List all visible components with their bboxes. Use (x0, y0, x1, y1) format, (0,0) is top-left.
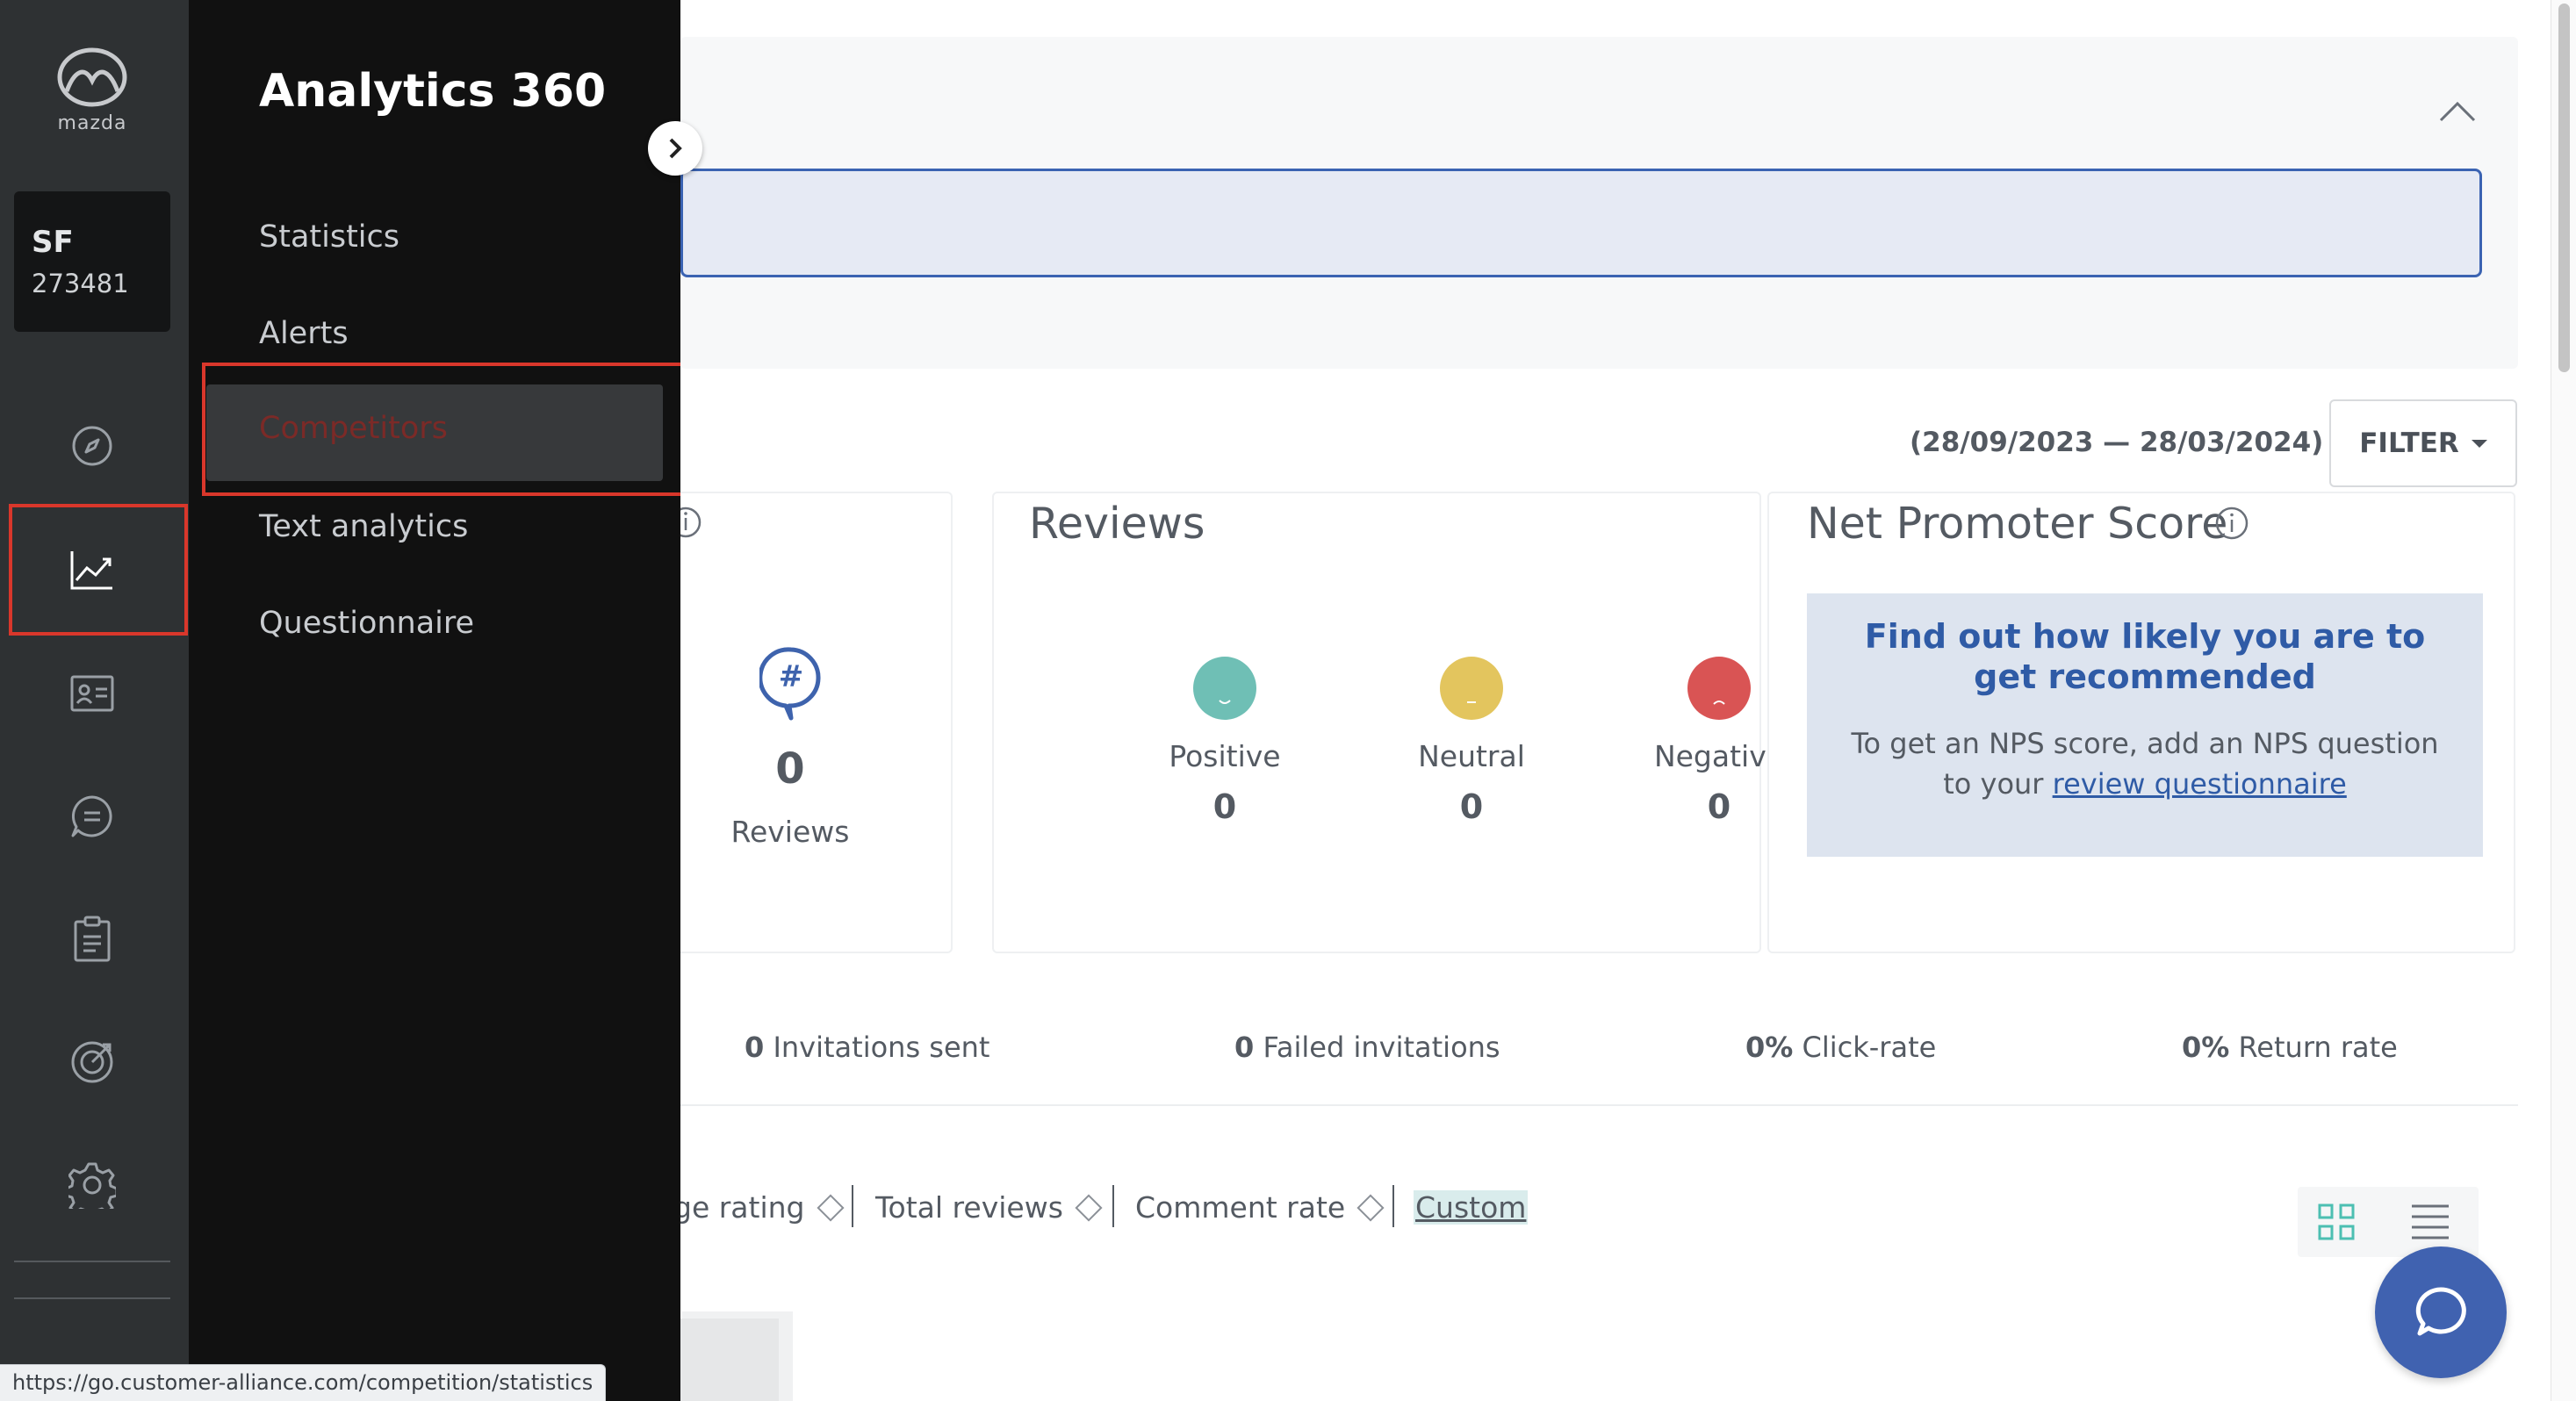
link-status-url: https://go.customer-alliance.com/competi… (0, 1364, 607, 1401)
nps-promo-text: To get an NPS score, add an NPS question… (1842, 723, 2448, 804)
sentiment-neutral: Neutral 0 (1366, 657, 1577, 826)
mazda-logo-icon (57, 47, 127, 107)
sentiment-name: Neutral (1418, 739, 1525, 773)
target-icon[interactable] (66, 1036, 119, 1088)
filter-label: FILTER (2359, 427, 2459, 459)
filter-button[interactable]: FILTER (2329, 399, 2517, 487)
stat-label: Invitations sent (773, 1031, 990, 1064)
stat-click-rate: 0% Click-rate (1745, 1031, 1936, 1064)
menu-item-statistics[interactable]: Statistics (259, 219, 399, 255)
sort-separator (1392, 1185, 1394, 1227)
stat-label: Failed invitations (1263, 1031, 1500, 1064)
search-panel (680, 37, 2518, 369)
rail-divider (14, 1261, 170, 1262)
date-range: (28/09/2023 — 28/03/2024) (1910, 427, 2324, 458)
list-view-icon[interactable] (2410, 1203, 2450, 1245)
total-reviews-count: 0 (775, 744, 805, 794)
nps-promo-box: Find out how likely you are to get recom… (1807, 593, 2483, 857)
chart-line-icon[interactable] (66, 543, 119, 596)
menu-item-text-analytics[interactable]: Text analytics (259, 509, 468, 544)
mazda-logo[interactable]: mazda (46, 46, 139, 142)
menu-item-alerts[interactable]: Alerts (259, 316, 349, 351)
sort-custom[interactable]: Custom (1414, 1190, 1529, 1225)
logo-wordmark: mazda (57, 112, 127, 134)
sort-icon (816, 1193, 845, 1222)
collapse-menu-button[interactable] (648, 121, 702, 176)
stat-value: 0 (1234, 1031, 1255, 1064)
stat-failed-invitations: 0 Failed invitations (1234, 1031, 1500, 1064)
contact-card-icon[interactable] (66, 667, 119, 720)
sort-average-rating[interactable]: ge rating (680, 1190, 845, 1225)
info-icon[interactable] (2214, 506, 2249, 544)
nps-promo-heading: Find out how likely you are to get recom… (1864, 617, 2426, 696)
frown-face-icon (1687, 657, 1751, 720)
chevron-right-icon (669, 138, 682, 159)
sort-label: ge rating (680, 1190, 805, 1225)
account-code: SF (32, 225, 74, 260)
total-reviews-label: Reviews (730, 815, 850, 849)
scrollbar-thumb[interactable] (2558, 4, 2570, 372)
search-input[interactable] (680, 169, 2482, 277)
sentiment-positive: Positive 0 (1119, 657, 1330, 826)
hash-bubble-icon: # (758, 646, 823, 725)
chevron-up-icon[interactable] (2438, 100, 2477, 126)
compass-icon[interactable] (66, 420, 119, 472)
sort-icon (1075, 1193, 1103, 1222)
flyout-title: Analytics 360 (259, 65, 607, 118)
neutral-face-icon (1440, 657, 1503, 720)
menu-item-questionnaire[interactable]: Questionnaire (259, 606, 474, 641)
account-id: 273481 (32, 269, 129, 298)
nps-card-title: Net Promoter Score (1807, 499, 2228, 549)
sort-total-reviews[interactable]: Total reviews (875, 1190, 1103, 1225)
sort-icon (1356, 1193, 1385, 1222)
page-scrollbar[interactable] (2551, 0, 2576, 1401)
main-content: (28/09/2023 — 28/03/2024) FILTER # 0 Rev… (680, 0, 2551, 1401)
review-questionnaire-link[interactable]: review questionnaire (2053, 767, 2347, 801)
sort-label: Total reviews (875, 1190, 1063, 1225)
grid-view-icon[interactable] (2317, 1203, 2356, 1245)
icon-rail: mazda SF 273481 (0, 0, 189, 1401)
sentiment-value: 0 (1459, 787, 1484, 826)
stat-label: Click-rate (1802, 1031, 1937, 1064)
smile-face-icon (1193, 657, 1256, 720)
support-chat-button[interactable] (2375, 1247, 2507, 1378)
clipboard-icon[interactable] (66, 913, 119, 966)
stat-value: 0% (2182, 1031, 2230, 1064)
sentiment-value: 0 (1212, 787, 1237, 826)
menu-item-competitors[interactable]: Competitors (259, 411, 448, 446)
sort-separator (852, 1185, 853, 1227)
sort-comment-rate[interactable]: Comment rate (1135, 1190, 1385, 1225)
chat-icon[interactable] (66, 790, 119, 843)
stat-value: 0% (1745, 1031, 1794, 1064)
stat-label: Return rate (2238, 1031, 2398, 1064)
sort-label: Custom (1414, 1190, 1529, 1225)
gear-icon[interactable] (66, 1159, 119, 1211)
account-switcher[interactable]: SF 273481 (14, 191, 170, 332)
rail-divider (14, 1297, 170, 1299)
analytics-flyout-menu: Analytics 360 Statistics Alerts Competit… (189, 0, 685, 1401)
caret-down-icon (2471, 439, 2487, 448)
info-icon[interactable] (680, 506, 705, 542)
divider (680, 1104, 2518, 1106)
stat-invitations-sent: 0 Invitations sent (745, 1031, 989, 1064)
stat-return-rate: 0% Return rate (2182, 1031, 2398, 1064)
svg-text:#: # (779, 659, 804, 694)
chat-bubble-icon (2415, 1287, 2466, 1336)
reviews-card-title: Reviews (1029, 499, 1205, 549)
results-card-image (680, 1318, 779, 1401)
sort-separator (1112, 1185, 1114, 1227)
sentiment-name: Positive (1169, 739, 1281, 773)
stat-value: 0 (745, 1031, 765, 1064)
sort-label: Comment rate (1135, 1190, 1346, 1225)
